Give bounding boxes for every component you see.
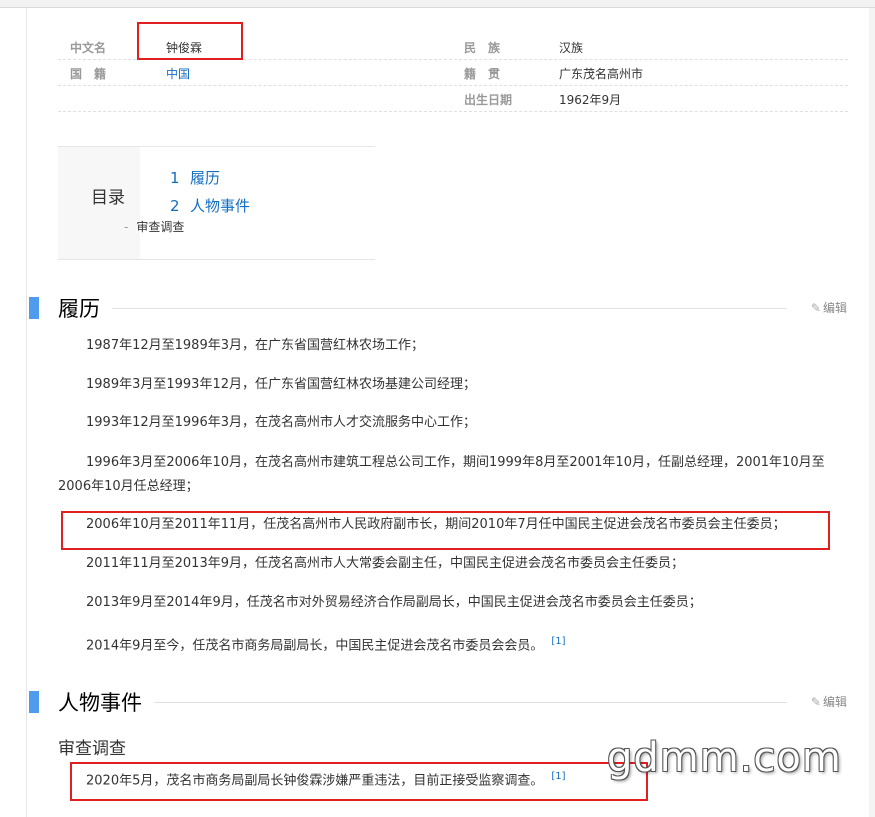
toc-subitem-investigation[interactable]: - 审查调查 [124, 218, 184, 235]
edit-button[interactable]: ✎ 编辑 [811, 693, 847, 710]
resume-paragraph-text: 2014年9月至今，任茂名市商务局副局长，中国民主促进会茂名市委员会会员。 [86, 638, 544, 654]
toc-item-number: 1 [170, 169, 180, 187]
pencil-icon: ✎ [810, 695, 821, 709]
toc-sub-dash: - [124, 220, 129, 234]
section-title: 履历 [58, 293, 112, 323]
table-of-contents: 目录 1 履历 2 人物事件 [58, 146, 375, 260]
info-label-birth-date: 出生日期 [464, 93, 513, 107]
top-scroll-bar [0, 0, 875, 8]
reference-link[interactable]: [1] [551, 636, 565, 647]
section-divider [58, 308, 787, 309]
section-title: 人物事件 [58, 687, 154, 717]
edit-label: 编辑 [822, 695, 847, 709]
toc-subitem-label: 审查调查 [136, 220, 185, 234]
section-header-resume: 履历 ✎ 编辑 [29, 293, 847, 323]
resume-paragraph: 1993年12月至1996年3月，在茂名高州市人才交流服务中心工作； [86, 415, 476, 430]
resume-paragraph: 1989年3月至1993年12月，任广东省国营红林农场基建公司经理； [86, 377, 476, 392]
right-border [869, 8, 875, 817]
resume-paragraph: 1996年3月至2006年10月，在茂名高州市建筑工程总公司工作，期间1999年… [58, 455, 825, 494]
info-value-nationality-link[interactable]: 中国 [166, 65, 190, 82]
info-label-nationality: 国 籍 [70, 67, 107, 81]
resume-paragraph: 1987年12月至1989年3月，在广东省国营红林农场工作； [86, 338, 424, 353]
info-value-birth-date: 1962年9月 [559, 93, 622, 107]
highlight-box-investigation [70, 762, 648, 801]
left-border [26, 8, 27, 817]
info-row: 国 籍 中国 籍 贯 广东茂名高州市 [58, 60, 848, 86]
toc-title: 目录 [91, 188, 125, 208]
resume-paragraph: 2013年9月至2014年9月，任茂名市对外贸易经济合作局副局长，中国民主促进会… [86, 595, 702, 610]
edit-button[interactable]: ✎ 编辑 [811, 299, 847, 316]
toc-item-events[interactable]: 2 人物事件 [170, 195, 250, 216]
resume-paragraph: 2014年9月至今，任茂名市商务局副局长，中国民主促进会茂名市委员会会员。 [1] [58, 630, 840, 658]
section-divider [58, 702, 787, 703]
highlight-box-name [137, 22, 243, 60]
site-watermark: gdmm.com [607, 735, 842, 781]
toc-item-label: 人物事件 [190, 197, 251, 215]
info-row: 出生日期 1962年9月 [58, 86, 848, 112]
toc-item-label: 履历 [190, 169, 221, 187]
edit-label: 编辑 [822, 301, 847, 315]
resume-paragraph: 2011年11月至2013年9月，任茂名高州市人大常委会副主任，中国民主促进会茂… [86, 556, 684, 571]
highlight-box-vice-mayor [61, 511, 830, 550]
section-accent-bar [29, 691, 39, 713]
toc-item-number: 2 [170, 197, 180, 215]
info-label-ethnicity: 民 族 [464, 41, 501, 55]
pencil-icon: ✎ [810, 301, 821, 315]
toc-item-resume[interactable]: 1 履历 [170, 167, 220, 188]
toc-title-panel: 目录 [58, 147, 140, 259]
section-accent-bar [29, 297, 39, 319]
info-value-ethnicity: 汉族 [559, 41, 584, 55]
subsection-title-investigation: 审查调查 [58, 739, 126, 759]
info-label-chinese-name: 中文名 [70, 41, 107, 55]
info-value-native-place: 广东茂名高州市 [559, 67, 644, 81]
info-label-native-place: 籍 贯 [464, 67, 501, 81]
section-header-events: 人物事件 ✎ 编辑 [29, 687, 847, 717]
